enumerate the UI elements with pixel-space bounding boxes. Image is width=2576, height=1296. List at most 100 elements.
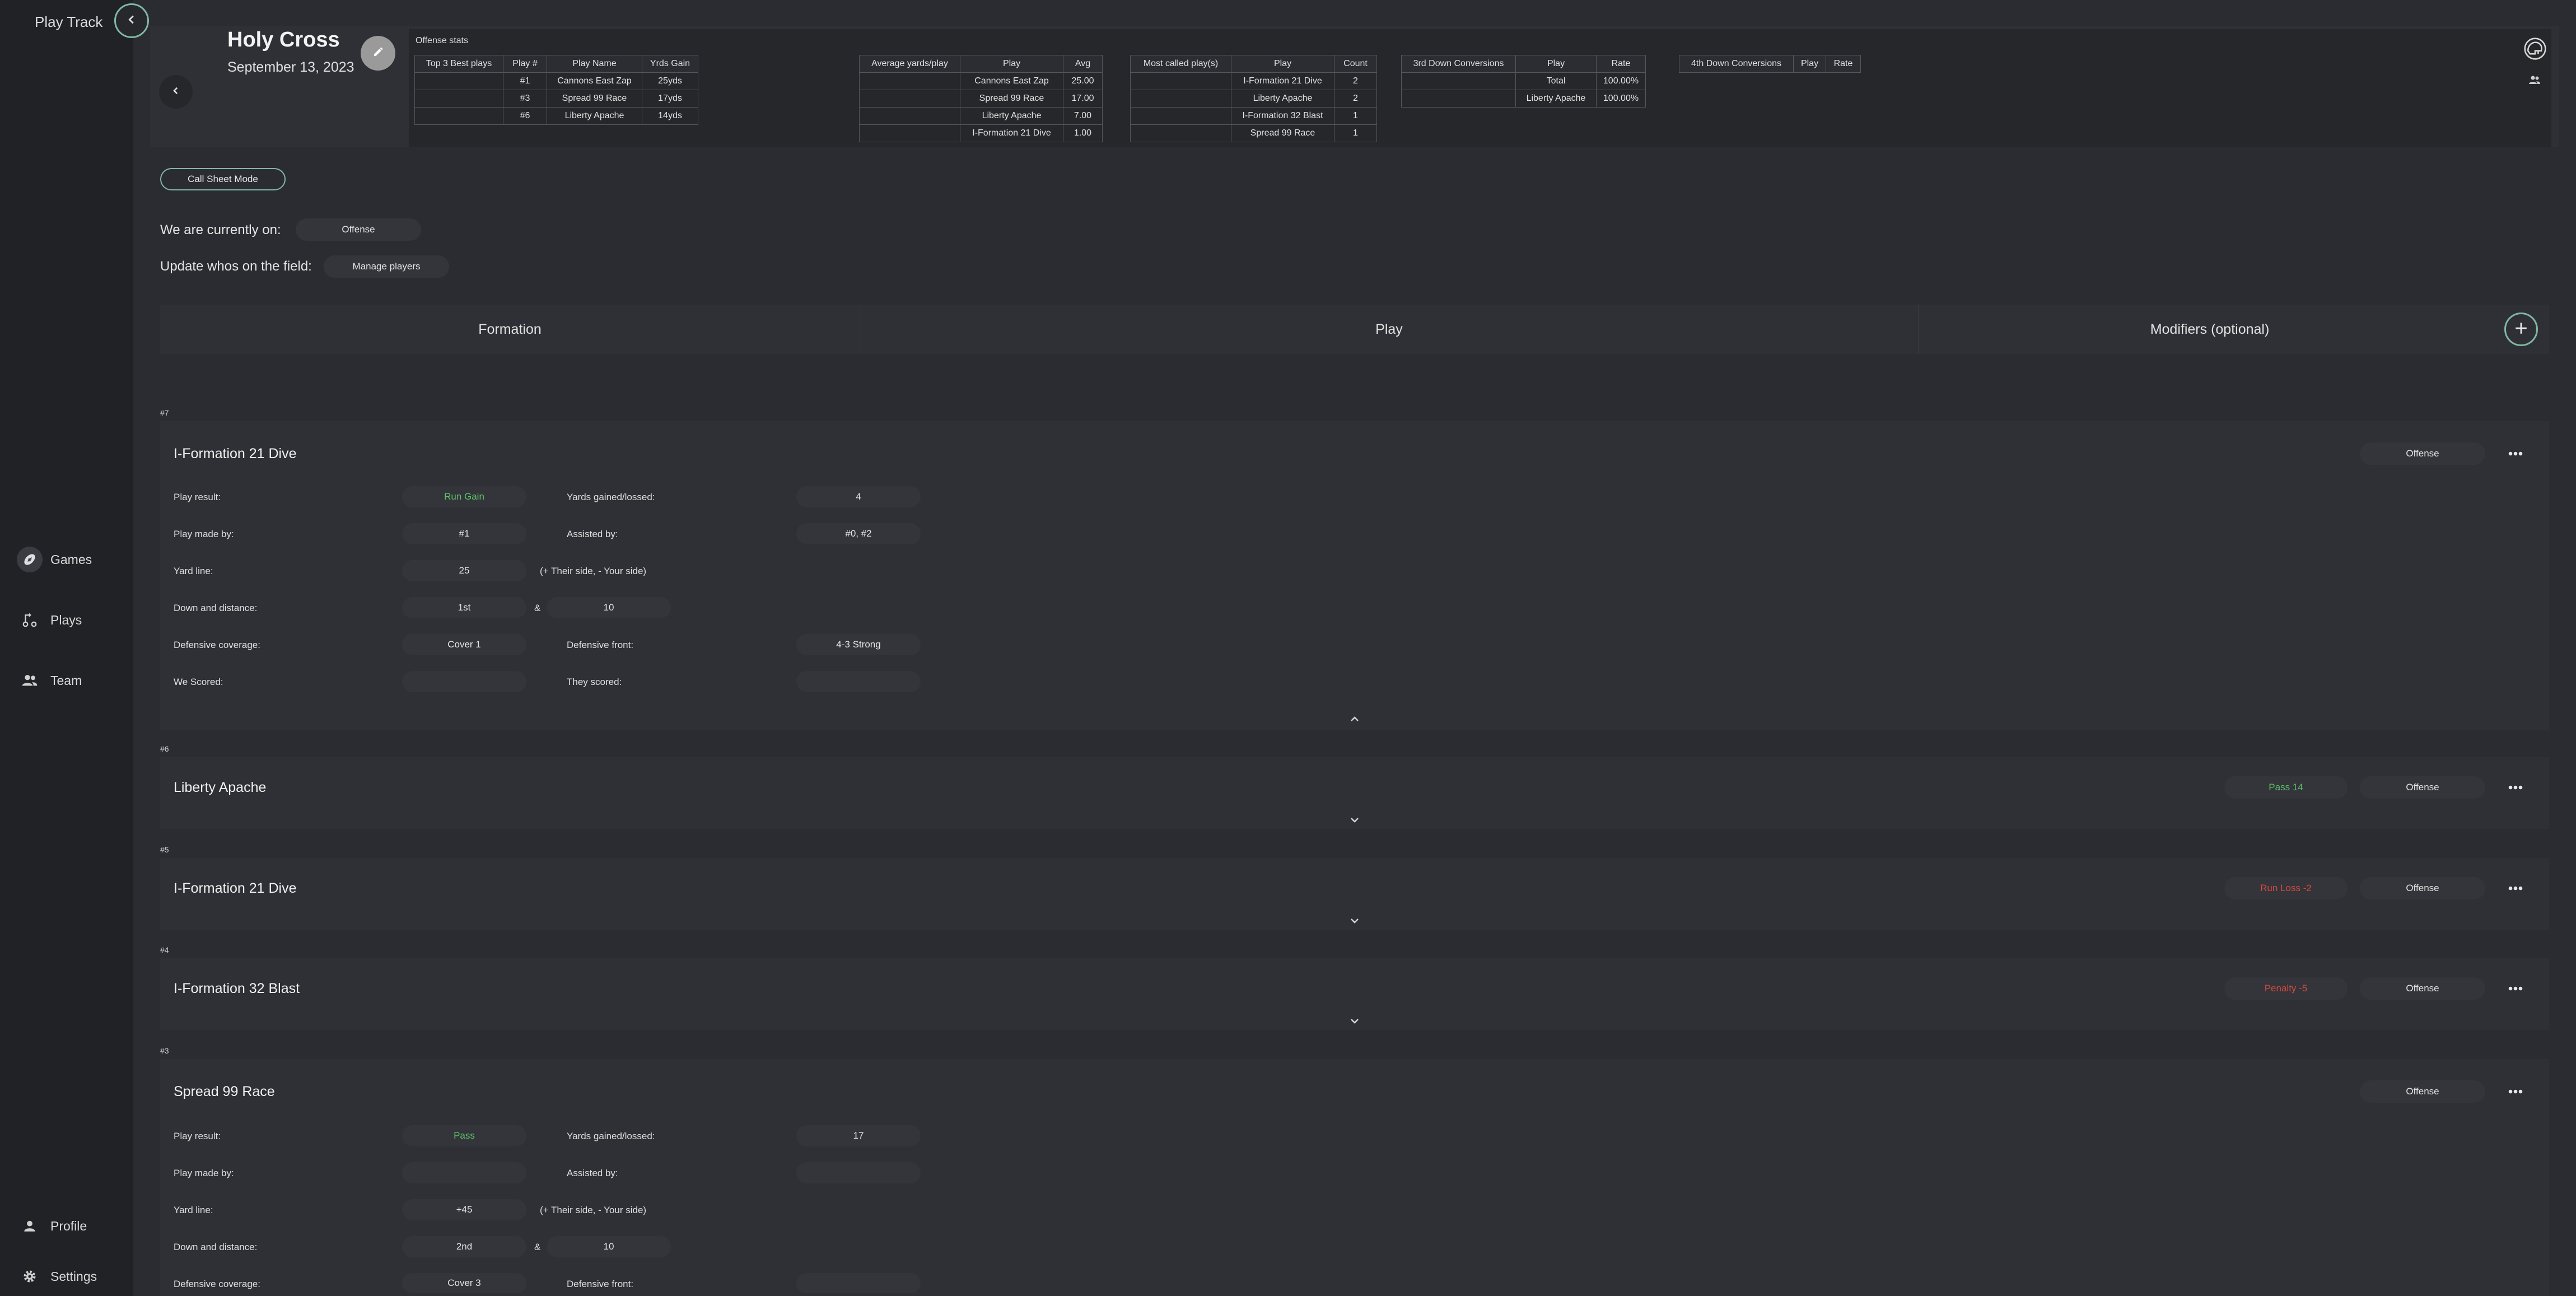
table-header: Rate xyxy=(1826,55,1861,73)
side-chip[interactable]: Offense xyxy=(2360,442,2485,465)
yard-line-field[interactable]: 25 xyxy=(402,560,526,581)
play-result-value: Run Gain xyxy=(444,491,484,502)
fourth-down-table: 4th Down Conversions Play Rate xyxy=(1679,55,1861,73)
table-cell xyxy=(1401,90,1516,108)
field-label: Yard line: xyxy=(174,1205,213,1215)
side-chip[interactable]: Offense xyxy=(2360,776,2485,799)
field-label: Defensive front: xyxy=(567,640,634,650)
manage-players-button[interactable]: Manage players xyxy=(324,255,449,278)
coverage-field[interactable]: Cover 1 xyxy=(402,634,526,655)
we-scored-field[interactable] xyxy=(402,671,526,692)
yard-line-field[interactable]: +45 xyxy=(402,1199,526,1220)
table-header: Yrds Gain xyxy=(642,55,698,73)
table-cell xyxy=(1130,90,1231,108)
table-row: I-Formation 32 Blast 1 xyxy=(1130,107,1377,125)
edit-game-button[interactable] xyxy=(361,36,395,71)
play-name: I-Formation 21 Dive xyxy=(174,446,297,461)
play-select[interactable]: Play xyxy=(860,305,1919,354)
table-row: I-Formation 21 Dive 1.00 xyxy=(859,124,1103,142)
assisted-by-field[interactable] xyxy=(796,1162,921,1183)
distance-field[interactable]: 10 xyxy=(547,1236,671,1257)
table-cell: Spread 99 Race xyxy=(960,90,1063,108)
team-icon[interactable] xyxy=(2523,72,2546,88)
made-by-field[interactable] xyxy=(402,1162,526,1183)
table-cell: 14yds xyxy=(642,107,698,125)
side-chip[interactable]: Offense xyxy=(2360,877,2485,899)
nav-item-plays[interactable]: Plays xyxy=(17,607,82,633)
stats-title: Offense stats xyxy=(416,36,468,45)
play-result-field[interactable]: Pass xyxy=(402,1125,526,1146)
they-scored-field[interactable] xyxy=(796,671,921,692)
field-label: Down and distance: xyxy=(174,1242,258,1252)
table-cell: Total xyxy=(1515,72,1597,90)
field-label: Play made by: xyxy=(174,1168,234,1178)
table-cell: Liberty Apache xyxy=(1231,90,1334,108)
field-label: Yard line: xyxy=(174,566,213,576)
play-number: #7 xyxy=(160,408,169,417)
football-helmet-icon[interactable] xyxy=(2521,35,2549,63)
assisted-by-field[interactable]: #0, #2 xyxy=(796,523,921,544)
distance-field[interactable]: 10 xyxy=(547,597,671,618)
more-options-button[interactable] xyxy=(2501,1080,2530,1103)
play-name: Liberty Apache xyxy=(174,780,267,795)
add-play-button[interactable] xyxy=(2504,313,2538,346)
nav-item-settings[interactable]: Settings xyxy=(17,1264,97,1289)
nav-label-plays: Plays xyxy=(50,612,82,627)
down-field[interactable]: 1st xyxy=(402,597,526,618)
table-cell xyxy=(859,124,960,142)
more-options-button[interactable] xyxy=(2501,442,2530,465)
table-cell xyxy=(414,90,503,108)
field-label: They scored: xyxy=(567,677,622,687)
play-result-field[interactable]: Run Gain xyxy=(402,486,526,507)
nav-item-team[interactable]: Team xyxy=(17,668,82,693)
made-by-field[interactable]: #1 xyxy=(402,523,526,544)
table-cell: Liberty Apache xyxy=(547,107,642,125)
field-label: Assisted by: xyxy=(567,1168,618,1178)
yards-field[interactable]: 17 xyxy=(796,1125,921,1146)
field-label: Defensive coverage: xyxy=(174,1279,260,1289)
more-options-button[interactable] xyxy=(2501,977,2530,1000)
table-cell xyxy=(1130,72,1231,90)
main-content: Holy Cross September 13, 2023 Offense st… xyxy=(133,0,2576,1296)
field-label: Defensive coverage: xyxy=(174,640,260,650)
yard-line-hint: (+ Their side, - Your side) xyxy=(540,566,647,576)
table-row: I-Formation 21 Dive 2 xyxy=(1130,72,1377,90)
more-options-button[interactable] xyxy=(2501,776,2530,799)
table-cell: 100.00% xyxy=(1596,72,1646,90)
back-button[interactable] xyxy=(159,75,193,109)
chevron-down-icon[interactable] xyxy=(1349,916,1360,925)
modifiers-select[interactable]: Modifiers (optional) xyxy=(1919,305,2501,354)
side-select[interactable]: Offense xyxy=(296,218,421,241)
front-field[interactable]: 4-3 Strong xyxy=(796,634,921,655)
table-header: Average yards/play xyxy=(859,55,960,73)
play-card: Spread 99 Race Offense Play result: Pass… xyxy=(160,1059,2549,1296)
avg-yards-table: Average yards/play Play Avg Cannons East… xyxy=(859,55,1103,142)
side-chip[interactable]: Offense xyxy=(2360,1080,2485,1103)
chevron-down-icon[interactable] xyxy=(1349,1017,1360,1025)
side-chip[interactable]: Offense xyxy=(2360,977,2485,1000)
chevron-down-icon[interactable] xyxy=(1349,815,1360,824)
play-result-value: Pass xyxy=(454,1130,475,1141)
chevron-up-icon[interactable] xyxy=(1349,715,1360,724)
nav-item-games[interactable]: Games xyxy=(17,547,92,572)
collapse-sidebar-button[interactable] xyxy=(114,3,149,38)
table-cell: 25.00 xyxy=(1063,72,1103,90)
more-options-button[interactable] xyxy=(2501,877,2530,899)
team-icon xyxy=(17,668,43,693)
front-field[interactable] xyxy=(796,1273,921,1293)
table-cell: I-Formation 32 Blast xyxy=(1231,107,1334,125)
table-cell xyxy=(1130,124,1231,142)
coverage-field[interactable]: Cover 3 xyxy=(402,1273,526,1293)
table-cell xyxy=(859,72,960,90)
play-number: #5 xyxy=(160,845,169,854)
formation-select[interactable]: Formation xyxy=(160,305,860,354)
down-field[interactable]: 2nd xyxy=(402,1236,526,1257)
table-cell: Liberty Apache xyxy=(960,107,1063,125)
nav-label-team: Team xyxy=(50,673,82,688)
call-sheet-mode-button[interactable]: Call Sheet Mode xyxy=(160,168,286,190)
table-row: Liberty Apache 7.00 xyxy=(859,107,1103,125)
table-cell: #3 xyxy=(503,90,547,108)
field-label: Yards gained/lossed: xyxy=(567,492,655,502)
yards-field[interactable]: 4 xyxy=(796,486,921,507)
nav-item-profile[interactable]: Profile xyxy=(17,1213,87,1239)
